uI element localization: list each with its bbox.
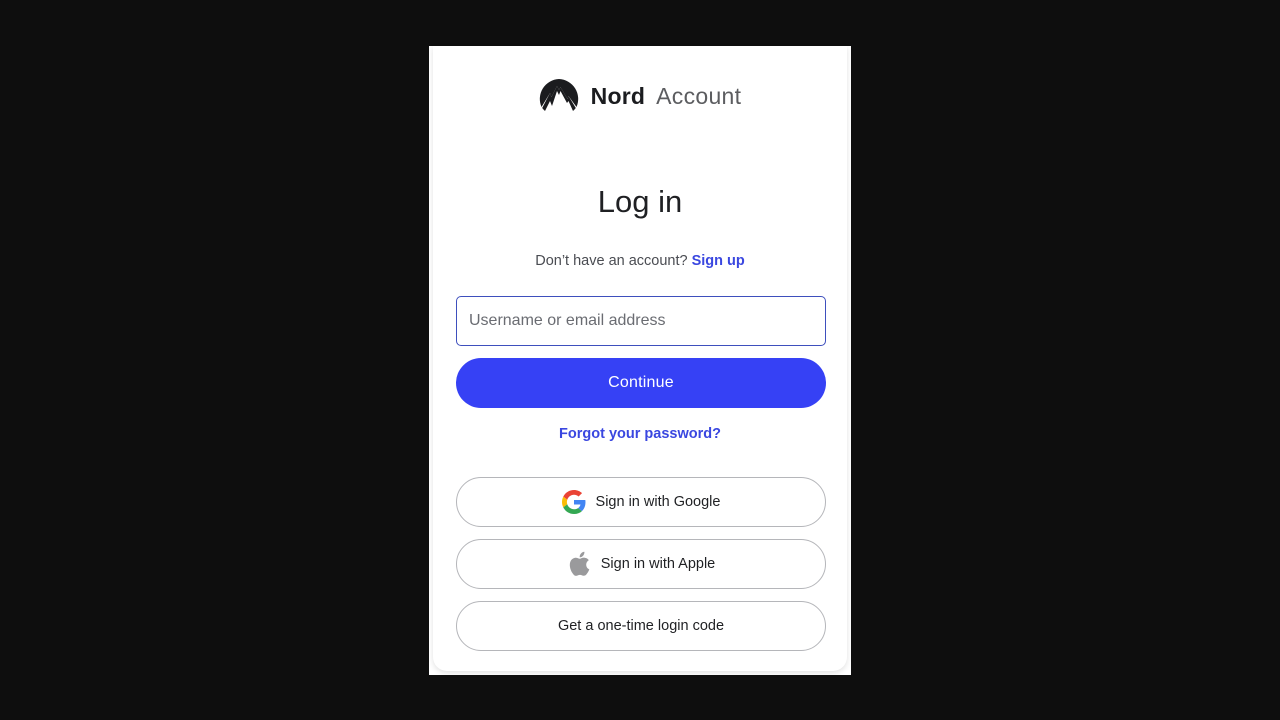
sign-in-google-button[interactable]: Sign in with Google <box>456 477 826 527</box>
one-time-code-button[interactable]: Get a one-time login code <box>456 601 826 651</box>
sign-in-google-label: Sign in with Google <box>595 494 721 510</box>
username-email-input[interactable] <box>456 296 826 346</box>
brand-product: Account <box>656 82 742 109</box>
signup-prompt-row: Don’t have an account? Sign up <box>429 253 851 269</box>
signup-prompt: Don’t have an account? <box>535 253 688 269</box>
continue-button[interactable]: Continue <box>456 358 826 408</box>
one-time-code-label: Get a one-time login code <box>557 618 725 634</box>
nord-mountain-logo-icon <box>539 79 578 111</box>
signup-link[interactable]: Sign up <box>692 253 745 269</box>
brand-header: Nord Account <box>429 79 851 113</box>
google-icon <box>561 490 586 514</box>
apple-icon <box>567 551 591 576</box>
sign-in-apple-label: Sign in with Apple <box>600 556 716 572</box>
page-title: Log in <box>597 184 683 219</box>
sign-in-apple-button[interactable]: Sign in with Apple <box>456 539 826 589</box>
brand-name: Nord <box>590 82 646 109</box>
login-dialog: Nord Account Log in Don’t have an accoun… <box>429 46 851 675</box>
forgot-password-link[interactable]: Forgot your password? <box>429 426 851 442</box>
